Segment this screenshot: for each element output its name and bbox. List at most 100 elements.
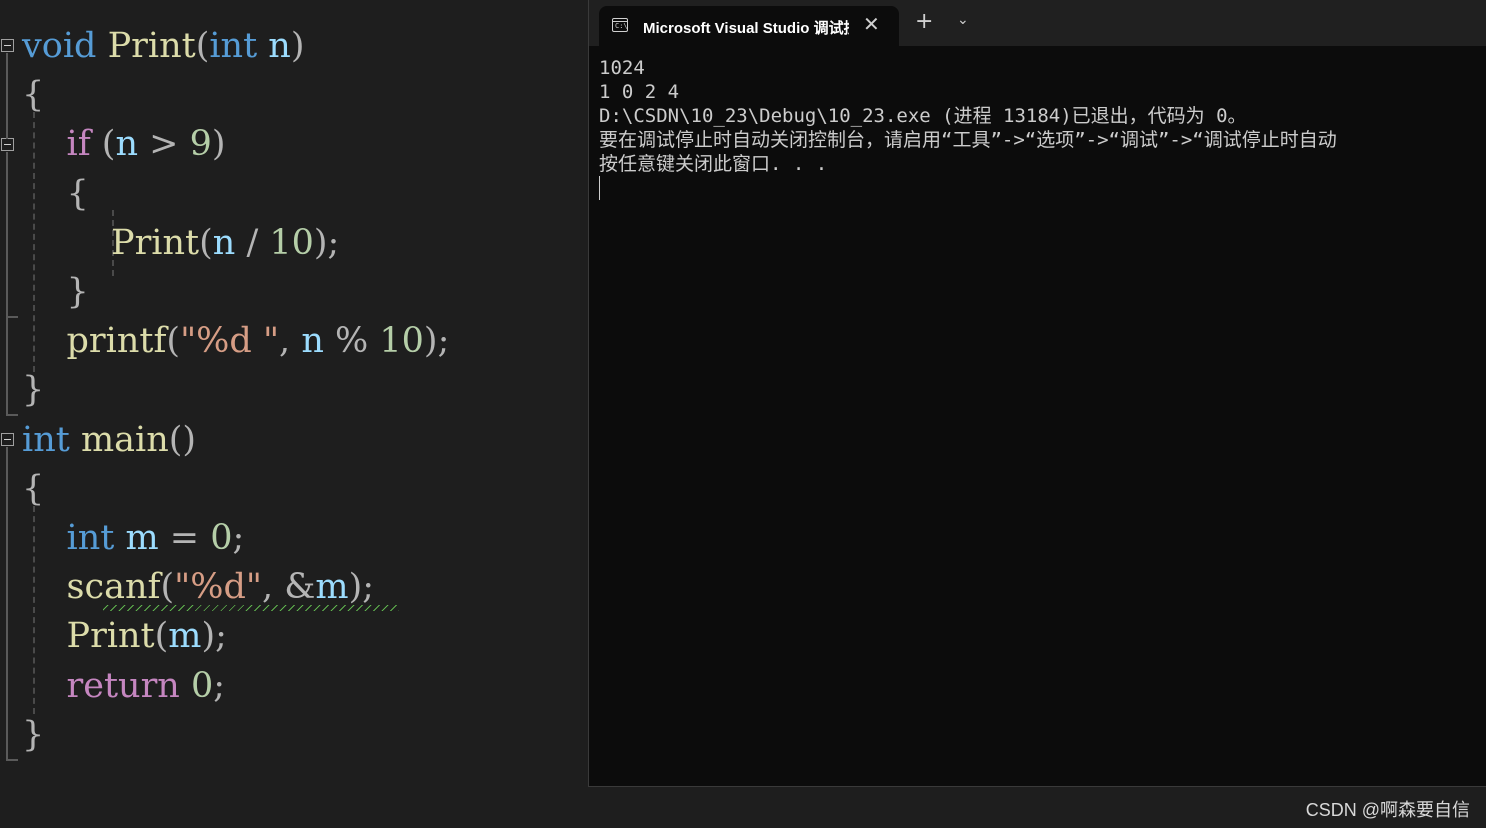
- code-token: m: [168, 616, 202, 657]
- code-line[interactable]: }: [22, 711, 44, 760]
- code-token: (: [90, 124, 116, 165]
- fold-toggle-print[interactable]: [1, 39, 14, 52]
- tab-bar: C:\ Microsoft Visual Studio 调试控制台 ✕ + ⌄: [589, 0, 1486, 46]
- code-editor[interactable]: void Print(int n){ if (n > 9) { Print(n …: [0, 0, 590, 828]
- code-line[interactable]: void Print(int n): [22, 22, 305, 71]
- code-token: n: [301, 321, 324, 362]
- code-token: );: [201, 616, 227, 657]
- outline-tick: [6, 759, 18, 761]
- code-token: 10: [379, 321, 424, 362]
- code-token: "%d": [174, 567, 262, 608]
- code-token: =: [158, 518, 211, 558]
- code-token: n: [115, 124, 138, 165]
- code-line[interactable]: }: [22, 366, 44, 415]
- code-token: , &: [261, 567, 316, 608]
- code-token: 0: [210, 518, 233, 558]
- console-output-line: 按任意键关闭此窗口. . .: [599, 153, 828, 175]
- code-token: ): [290, 26, 305, 66]
- code-line[interactable]: {: [22, 170, 89, 219]
- code-token: void: [22, 26, 97, 66]
- code-token: n: [268, 26, 291, 66]
- debug-console-window[interactable]: C:\ Microsoft Visual Studio 调试控制台 ✕ + ⌄ …: [588, 0, 1486, 787]
- code-token: ): [211, 124, 226, 165]
- code-token: (: [199, 222, 213, 263]
- console-output-line: 要在调试停止时自动关闭控制台，请启用“工具”->“选项”->“调试”->“调试停…: [599, 129, 1337, 151]
- code-token: int: [66, 518, 115, 558]
- code-token: Print: [66, 616, 155, 657]
- console-output-line: 1024: [599, 57, 645, 79]
- code-token: printf: [66, 321, 167, 362]
- text-cursor: [599, 176, 600, 200]
- code-token: }: [22, 714, 45, 755]
- fold-toggle-main[interactable]: [1, 433, 14, 446]
- code-token: 0: [190, 665, 214, 706]
- code-token: m: [315, 567, 349, 608]
- code-token: return: [66, 665, 180, 706]
- code-token: %: [323, 321, 380, 362]
- code-line[interactable]: if (n > 9): [22, 120, 226, 169]
- code-token: Print: [111, 222, 200, 263]
- outline-tick: [6, 414, 18, 416]
- code-token: (: [195, 26, 210, 66]
- code-token: int: [22, 419, 70, 460]
- console-output-line: 1 0 2 4: [599, 81, 680, 103]
- code-line[interactable]: printf("%d ", n % 10);: [22, 317, 450, 366]
- code-token: (): [168, 419, 197, 460]
- terminal-icon-label: C:\: [615, 22, 628, 30]
- code-token: if: [66, 124, 91, 165]
- code-token: {: [22, 468, 45, 509]
- code-line[interactable]: {: [22, 465, 44, 514]
- code-token: ;: [213, 665, 226, 706]
- new-tab-button[interactable]: +: [915, 9, 933, 34]
- code-token: int: [209, 26, 258, 66]
- code-token: {: [22, 173, 89, 214]
- code-token: m: [125, 518, 159, 558]
- console-output-line: D:\CSDN\10_23\Debug\10_23.exe (进程 13184)…: [599, 105, 1247, 127]
- code-line[interactable]: Print(m);: [22, 612, 227, 661]
- fold-toggle-if[interactable]: [1, 138, 14, 151]
- code-token: );: [313, 222, 340, 263]
- code-token: Print: [107, 26, 196, 66]
- code-token: }: [22, 370, 45, 411]
- code-line[interactable]: int main(): [22, 416, 196, 465]
- code-line[interactable]: return 0;: [22, 662, 226, 711]
- tab-title: Microsoft Visual Studio 调试控制台: [643, 20, 849, 37]
- code-line[interactable]: Print(n / 10);: [22, 219, 339, 268]
- code-token: /: [235, 222, 270, 263]
- close-icon[interactable]: ✕: [863, 12, 880, 36]
- outline-tick: [6, 316, 18, 318]
- watermark: CSDN @啊森要自信: [1305, 800, 1470, 820]
- chevron-down-icon[interactable]: ⌄: [957, 12, 969, 28]
- code-token: main: [80, 419, 169, 460]
- code-token: >: [138, 124, 190, 165]
- outline-line: [6, 152, 8, 416]
- warning-squiggle: [103, 605, 399, 611]
- code-token: 9: [189, 124, 212, 165]
- code-line[interactable]: }: [22, 268, 89, 317]
- code-token: 10: [269, 222, 314, 263]
- code-line[interactable]: int m = 0;: [22, 514, 245, 563]
- code-token: scanf: [66, 567, 161, 608]
- outline-line: [6, 447, 8, 761]
- code-token: ;: [232, 518, 245, 558]
- code-token: );: [348, 567, 375, 608]
- console-tab[interactable]: C:\ Microsoft Visual Studio 调试控制台 ✕: [599, 6, 899, 46]
- code-token: );: [423, 321, 450, 362]
- code-token: (: [166, 321, 181, 362]
- code-token: {: [22, 75, 45, 116]
- code-token: "%d ": [180, 321, 280, 362]
- code-line[interactable]: {: [22, 71, 44, 120]
- code-token: }: [22, 272, 89, 312]
- code-token: (: [160, 567, 175, 608]
